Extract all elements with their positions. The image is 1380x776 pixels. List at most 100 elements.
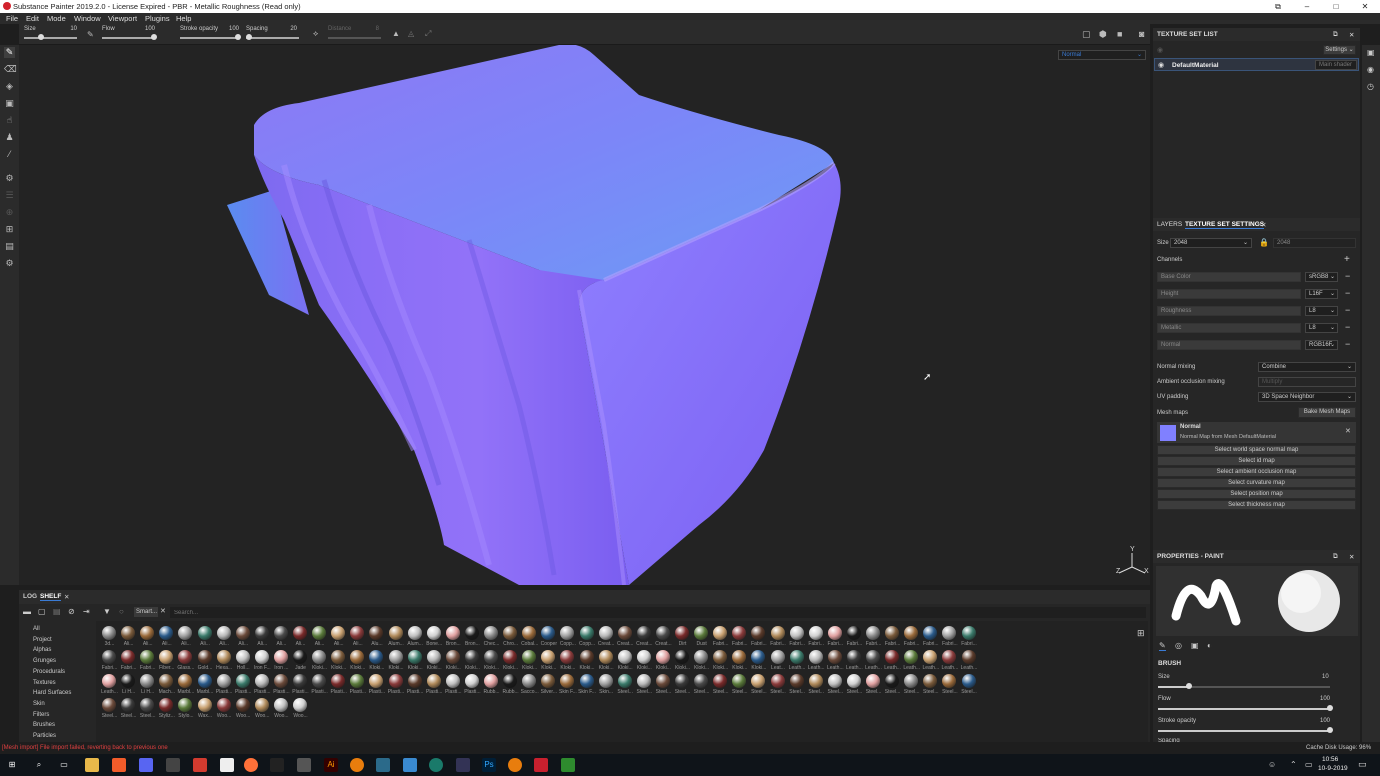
material-thumbnail[interactable] [598,650,613,664]
eye-icon[interactable]: ◉ [1158,61,1164,69]
material-thumbnail[interactable] [503,626,518,640]
flow-slider-handle[interactable] [151,34,157,40]
material-thumbnail[interactable] [140,626,155,640]
material-thumbnail[interactable] [178,626,193,640]
remove-channel-icon[interactable]: − [1345,271,1350,281]
material-thumbnail[interactable] [598,626,613,640]
material-thumbnail[interactable] [636,650,651,664]
material-thumbnail[interactable] [178,650,193,664]
shelf-search-input[interactable] [170,607,1146,618]
material-thumbnail[interactable] [350,674,365,688]
material-thumbnail[interactable] [846,626,861,640]
shelf-category[interactable]: Brushes [33,722,55,728]
stroke-opacity-value[interactable]: 100 [219,26,239,32]
material-thumbnail[interactable] [694,674,709,688]
material-thumbnail[interactable] [407,650,422,664]
material-thumbnail[interactable] [445,650,460,664]
shader-dropdown[interactable]: Main shader [1315,60,1357,70]
uv-icon[interactable]: ⊞ [4,224,15,235]
material-thumbnail[interactable] [273,698,288,712]
shelf-category[interactable]: Hard Surfaces [33,690,71,696]
material-thumbnail[interactable] [235,626,250,640]
material-thumbnail[interactable] [503,674,518,688]
material-thumbnail[interactable] [694,650,709,664]
material-thumbnail[interactable] [254,626,269,640]
projection-icon[interactable]: ◈ [4,81,15,92]
alpha-tab-icon[interactable]: ◎ [1175,641,1182,650]
material-thumbnail[interactable] [369,674,384,688]
notifications-icon[interactable]: ▭ [1358,759,1367,770]
tab-shelf[interactable]: SHELF [40,593,62,601]
shelf-category[interactable]: Grunges [33,658,56,664]
material-thumbnail[interactable] [197,698,212,712]
material-thumbnail[interactable] [732,650,747,664]
material-thumbnail[interactable] [159,698,174,712]
material-thumbnail[interactable] [216,626,231,640]
material-thumbnail[interactable] [636,626,651,640]
shelf-category[interactable]: Particles [33,733,56,739]
channel-format-dropdown[interactable]: RGB16F ⌄ [1305,340,1338,350]
float-properties-icon[interactable]: ⧉ [1333,553,1338,561]
material-thumbnail[interactable] [904,674,919,688]
material-thumbnail[interactable] [579,626,594,640]
material-thumbnail[interactable] [942,650,957,664]
material-thumbnail[interactable] [102,674,116,688]
brush-flow-handle[interactable] [1327,705,1333,711]
material-thumbnail[interactable] [885,626,900,640]
material-thumbnail[interactable] [617,626,632,640]
size-slider[interactable] [24,37,77,39]
steam-icon[interactable] [166,758,180,772]
app-clover-icon[interactable] [561,758,575,772]
app-blue-icon[interactable] [403,758,417,772]
normal-map-slot[interactable]: Normal Normal Map from Mesh DefaultMater… [1157,422,1356,443]
app-teal-icon[interactable] [376,758,390,772]
restore-icon[interactable]: ⧉ [1264,1,1292,12]
new-item-icon[interactable]: ▢ [38,607,46,616]
brush-size-value[interactable]: 10 [1322,674,1329,680]
material-thumbnail[interactable] [770,674,785,688]
brush-stroke-opacity-handle[interactable] [1327,727,1333,733]
material-thumbnail[interactable] [827,650,842,664]
symmetry-icon[interactable]: ▲ [392,29,400,38]
material-thumbnail[interactable] [464,674,479,688]
channel-format-dropdown[interactable]: L8 ⌄ [1305,306,1338,316]
material-thumbnail[interactable] [369,626,384,640]
channel-format-dropdown[interactable]: L8 ⌄ [1305,323,1338,333]
stroke-opacity-slider-handle[interactable] [235,34,241,40]
material-thumbnail[interactable] [293,626,307,640]
shelf-category[interactable]: Skin [33,701,45,707]
select-map-button[interactable]: Select id map [1157,456,1356,466]
material-thumbnail[interactable] [331,674,346,688]
display-settings-strip-icon[interactable]: ◉ [1367,65,1374,74]
normal-mixing-dropdown[interactable]: Combine ⌄ [1258,362,1356,372]
material-thumbnail[interactable] [159,674,174,688]
firefox-icon[interactable] [244,758,258,772]
clone-icon[interactable]: ♟ [4,132,15,143]
task-view-icon[interactable]: ▭ [57,758,71,772]
app-dark-icon[interactable] [456,758,470,772]
menu-viewport[interactable]: Viewport [108,14,137,23]
material-thumbnail[interactable] [350,650,365,664]
spacing-value[interactable]: 20 [277,26,297,32]
display-settings-icon[interactable]: ⬢ [1099,29,1107,40]
material-thumbnail[interactable] [102,698,116,712]
material-thumbnail[interactable] [923,650,938,664]
minimize-button[interactable]: – [1293,1,1321,12]
symmetry-mirror-icon[interactable]: ◬ [408,29,414,38]
material-thumbnail[interactable] [808,674,823,688]
viewport-channel-dropdown[interactable]: Normal ⌄ [1058,50,1146,60]
filter-icon[interactable]: ▼ [103,607,111,616]
tray-up-icon[interactable]: ⌃ [1290,760,1297,769]
material-thumbnail[interactable] [426,626,441,640]
hide-icon[interactable]: ⊘ [68,607,75,616]
material-thumbnail[interactable] [293,698,307,712]
material-thumbnail[interactable] [751,626,766,640]
material-thumbnail[interactable] [445,626,460,640]
close-button[interactable]: ✕ [1351,1,1379,12]
material-thumbnail[interactable] [388,650,403,664]
material-thumbnail[interactable] [121,650,136,664]
material-thumbnail[interactable] [655,626,670,640]
material-thumbnail[interactable] [140,698,155,712]
select-map-button[interactable]: Select ambient occlusion map [1157,467,1356,477]
material-thumbnail[interactable] [675,650,689,664]
